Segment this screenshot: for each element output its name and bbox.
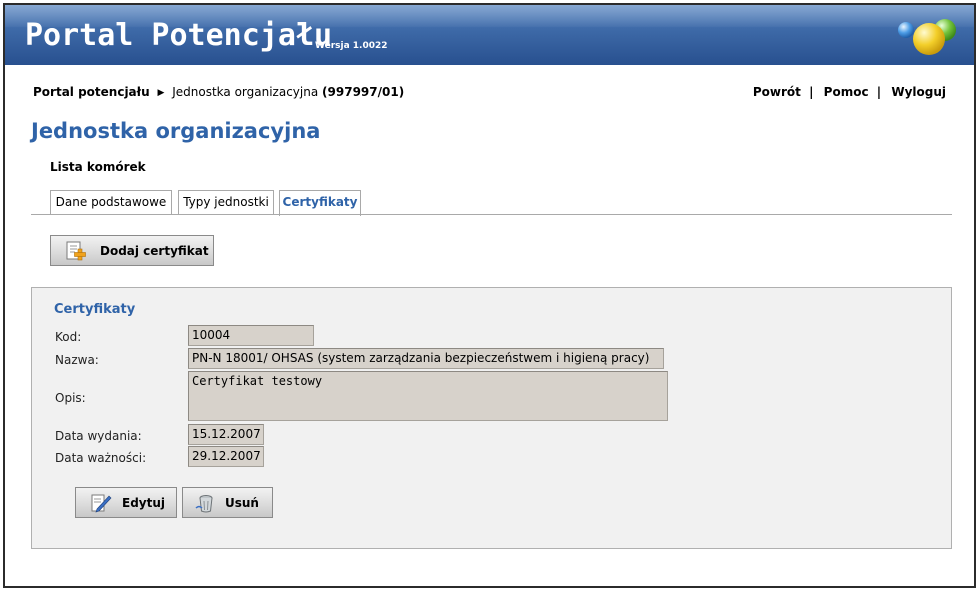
edit-label: Edytuj [122,496,166,510]
help-link[interactable]: Pomoc [824,85,869,99]
issue-date-label: Data wydania: [55,429,142,443]
cell-list-link[interactable]: Lista komórek [50,160,146,174]
name-label: Nazwa: [55,353,99,367]
app-version: Wersja 1.0022 [315,41,388,51]
delete-label: Usuń [225,496,259,510]
expiry-date-field: 29.12.2007 [188,446,264,467]
breadcrumb-current: Jednostka organizacyjna [172,85,319,99]
description-label: Opis: [55,391,86,405]
description-field: Certyfikat testowy [188,371,668,421]
breadcrumb-root-link[interactable]: Portal potencjału [33,85,150,99]
issue-date-field: 15.12.2007 [188,424,264,445]
breadcrumb-code: (997997/01) [322,85,405,99]
expiry-date-label: Data ważności: [55,451,147,465]
document-add-icon [66,241,86,261]
top-links: Powrót | Pomoc | Wyloguj [753,85,946,99]
pencil-edit-icon [91,494,112,513]
tab-divider [31,214,952,215]
delete-button[interactable]: Usuń [182,487,273,518]
app-title: Portal Potencjału [25,18,333,53]
edit-button[interactable]: Edytuj [75,487,177,518]
logout-link[interactable]: Wyloguj [891,85,946,99]
code-label: Kod: [55,330,82,344]
back-link[interactable]: Powrót [753,85,801,99]
bubbles-logo-icon [898,19,956,55]
app-window: Portal Potencjału Wersja 1.0022 Portal p… [3,3,976,588]
tab-certificates[interactable]: Certyfikaty [279,190,361,216]
app-header: Portal Potencjału Wersja 1.0022 [5,5,974,65]
breadcrumb: Portal potencjału ▶ Jednostka organizacy… [33,85,404,99]
link-separator: | [809,85,814,99]
name-field: PN-N 18001/ OHSAS (system zarządzania be… [188,348,664,369]
tab-unit-types[interactable]: Typy jednostki [178,190,274,215]
tab-basic-data[interactable]: Dane podstawowe [50,190,172,215]
add-certificate-button[interactable]: Dodaj certyfikat [50,235,214,266]
page-title: Jednostka organizacyjna [31,119,321,143]
certificate-panel: Certyfikaty Kod: 10004 Nazwa: PN-N 18001… [31,287,952,549]
triangle-right-icon: ▶ [157,88,165,98]
trash-bin-icon [195,495,213,513]
certificate-section-title: Certyfikaty [54,302,136,317]
code-field: 10004 [188,325,314,346]
link-separator: | [876,85,882,99]
add-certificate-label: Dodaj certyfikat [100,244,209,258]
